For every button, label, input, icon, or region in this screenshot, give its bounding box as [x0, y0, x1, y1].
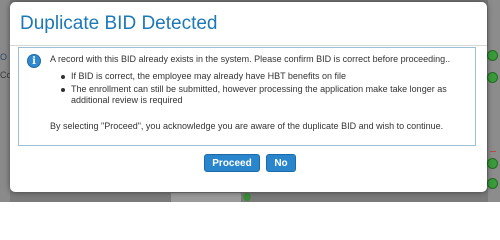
background-page-right [488, 0, 500, 202]
info-message-box: i A record with this BID already exists … [18, 47, 476, 146]
status-ok-icon [243, 193, 251, 201]
info-icon: i [27, 54, 41, 68]
proceed-button[interactable]: Proceed [204, 154, 260, 172]
list-item: The enrollment can still be submitted, h… [61, 84, 461, 106]
dialog-title: Duplicate BID Detected [20, 13, 218, 34]
status-ok-icon [487, 158, 498, 169]
background-field [170, 192, 242, 202]
background-marker [490, 151, 496, 152]
status-ok-icon [487, 178, 498, 189]
title-divider [10, 45, 487, 46]
background-page-left [0, 0, 10, 202]
list-item: If BID is correct, the employee may alre… [61, 71, 461, 82]
info-bullet-list: If BID is correct, the employee may alre… [61, 71, 461, 108]
background-left-label: O [0, 52, 8, 62]
status-ok-icon [487, 50, 498, 61]
page-overlay: O Co Duplicate BID Detected i A record w… [0, 0, 500, 202]
acknowledgement-text: By selecting "Proceed", you acknowledge … [50, 121, 444, 131]
status-ok-icon [487, 72, 498, 83]
duplicate-bid-dialog: Duplicate BID Detected i A record with t… [10, 2, 487, 192]
no-button[interactable]: No [266, 154, 296, 172]
info-message: A record with this BID already exists in… [50, 54, 451, 64]
